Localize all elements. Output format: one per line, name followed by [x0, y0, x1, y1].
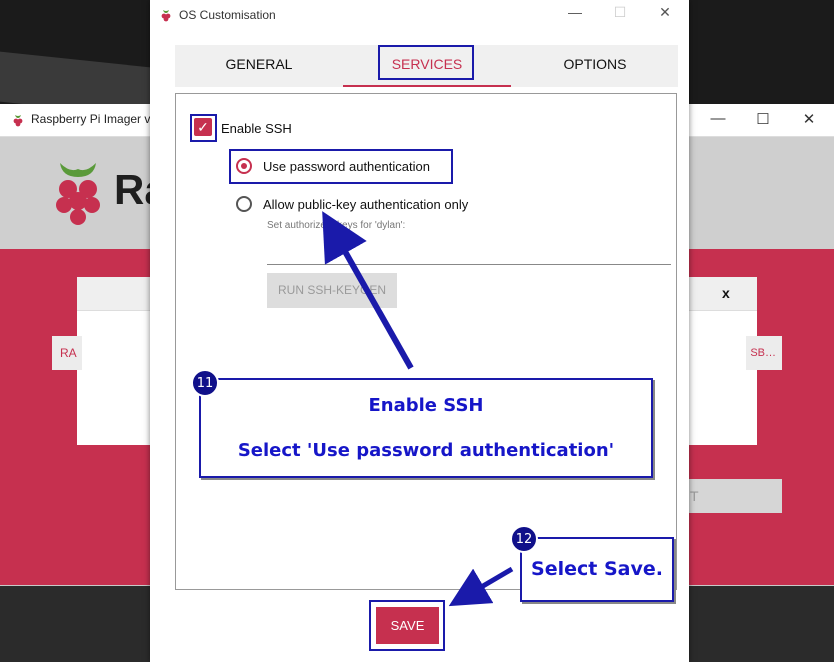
step-12-callout: Select Save. — [520, 537, 674, 602]
arrow-to-password-auth — [322, 211, 414, 370]
step-11-callout: Enable SSH Select 'Use password authenti… — [199, 378, 653, 478]
step-11-title: Enable SSH — [368, 395, 484, 416]
step-11-instruction: Select 'Use password authentication' — [237, 440, 615, 461]
step-12-badge: 12 — [510, 525, 538, 553]
step-11-badge: 11 — [191, 369, 219, 397]
annotation-arrows — [322, 211, 514, 607]
arrow-to-save-button — [448, 566, 514, 607]
